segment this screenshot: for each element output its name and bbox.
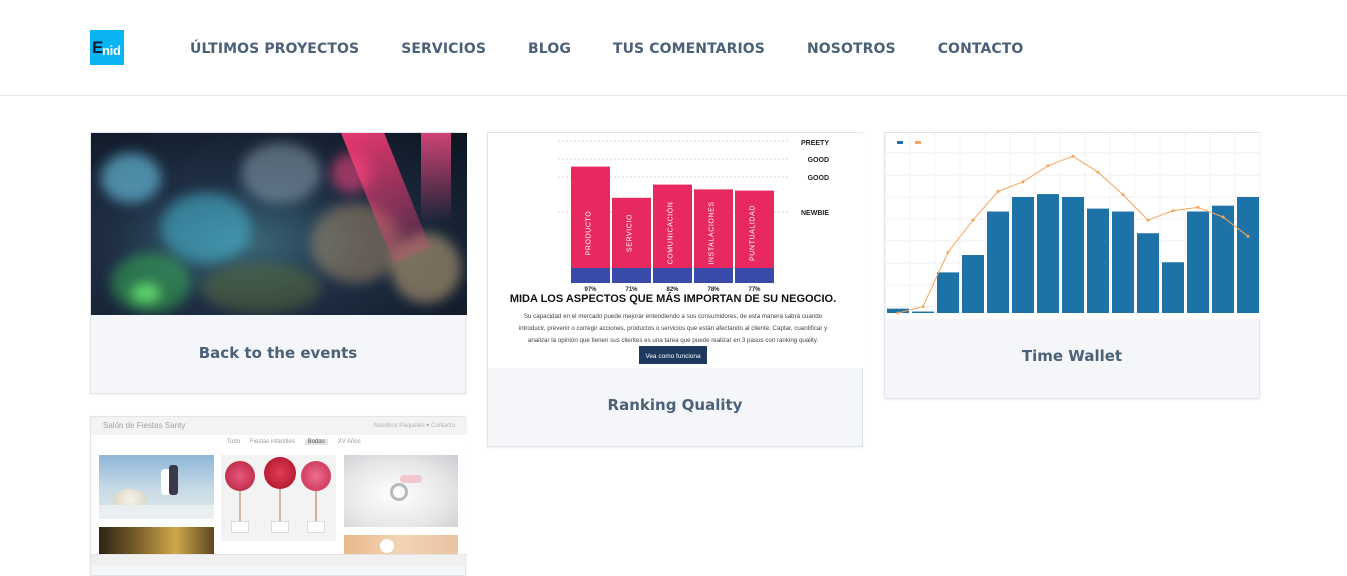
preview-footer — [91, 554, 467, 566]
wallet-bar — [937, 272, 959, 313]
wallet-line-point — [1046, 164, 1050, 168]
ranking-body: Su capacidad en el mercado puede mejorar… — [524, 313, 823, 320]
ranking-body: introducir, prevenir o corregir acciones… — [519, 325, 828, 332]
wallet-line-point — [1021, 180, 1025, 184]
filter-item-active: Bodas — [304, 439, 328, 445]
project-card-ranking[interactable]: PREETY GOOD GOOD NEWBIE PRODUCTO 97% SERVI… — [487, 132, 864, 447]
wallet-line-point — [1246, 234, 1250, 238]
wallet-bar — [1137, 233, 1159, 313]
wallet-bar — [1112, 211, 1134, 313]
wallet-bar — [1187, 211, 1209, 313]
ranking-bar-label: COMUNICACIÓN — [666, 202, 675, 265]
preview-filters: Todo Fiestas infantiles Bodas XV Años — [227, 439, 361, 445]
wallet-line-point — [1196, 205, 1200, 209]
main-nav: ÚLTIMOS PROYECTOS SERVICIOS BLOG TUS COM… — [190, 41, 1023, 57]
wallet-bar — [1212, 205, 1234, 313]
project-card-time-wallet[interactable]: Time Wallet — [884, 132, 1261, 399]
nav-ultimos-proyectos[interactable]: ÚLTIMOS PROYECTOS — [190, 41, 359, 57]
level-label: PREETY — [801, 140, 829, 147]
card-title[interactable]: Back to the events — [91, 344, 465, 362]
wallet-line-point — [1221, 215, 1225, 219]
ranking-bar-base — [612, 268, 651, 283]
ranking-quality-preview: PREETY GOOD GOOD NEWBIE PRODUCTO 97% SERVI… — [488, 133, 864, 368]
wallet-line-point — [996, 189, 1000, 193]
filter-item: XV Años — [337, 439, 361, 445]
time-wallet-preview — [885, 133, 1261, 319]
nav-contacto[interactable]: CONTACTO — [938, 41, 1024, 57]
reception-photo — [99, 527, 214, 557]
site-header: E nid ÚLTIMOS PROYECTOS SERVICIOS BLOG T… — [0, 0, 1347, 96]
card-title[interactable]: Ranking Quality — [488, 396, 862, 414]
wallet-bar — [987, 211, 1009, 313]
wallet-line-point — [1121, 193, 1125, 197]
nav-tus-comentarios[interactable]: TUS COMENTARIOS — [613, 41, 765, 57]
filter-item: Todo — [227, 439, 241, 445]
wallet-bar — [1087, 208, 1109, 313]
wallet-line-point — [896, 311, 900, 315]
card-title[interactable]: Time Wallet — [885, 347, 1259, 365]
project-card-events[interactable]: Back to the events — [90, 132, 467, 394]
time-wallet-chart — [885, 133, 1261, 315]
filter-item: Fiestas infantiles — [250, 439, 295, 445]
wallet-line-point — [921, 305, 925, 309]
nav-blog[interactable]: BLOG — [528, 41, 571, 57]
ranking-headline: MIDA LOS ASPECTOS QUE MÁS IMPORTAN DE SU… — [510, 292, 836, 305]
level-label: GOOD — [808, 175, 829, 182]
wallet-bar — [912, 311, 934, 313]
level-label: GOOD — [808, 157, 829, 164]
logo[interactable]: E nid — [90, 30, 124, 65]
wedding-rings-photo — [344, 455, 458, 527]
wallet-bar — [1237, 197, 1259, 313]
wallet-line-point — [1171, 209, 1175, 213]
flower-topiary-photo — [221, 455, 336, 541]
wallet-bar — [1062, 197, 1084, 313]
wallet-bar — [962, 255, 984, 313]
party-photo — [91, 133, 467, 315]
wallet-line-point — [1146, 218, 1150, 222]
cta-label: Vea como funciona — [645, 353, 701, 360]
wedding-couple-photo — [99, 455, 214, 519]
wallet-line-point — [1096, 170, 1100, 174]
wallet-line-point — [971, 218, 975, 222]
ranking-bar-graphic: PREETY GOOD GOOD NEWBIE PRODUCTO97%SERVI… — [510, 140, 836, 364]
ranking-body: analizar la opinión que tienen sus clien… — [528, 337, 818, 344]
ranking-bar-base — [694, 268, 733, 283]
ranking-bar-label: SERVICIO — [627, 214, 634, 252]
wallet-line-point — [946, 250, 950, 254]
wallet-bar — [1012, 197, 1034, 313]
preview-navbar: Salón de Fiestas Santy Nosotros Paquetes… — [91, 417, 467, 435]
wallet-bar — [1037, 194, 1059, 313]
ranking-bar-base — [571, 268, 610, 283]
ranking-bar-label: PRODUCTO — [586, 211, 593, 256]
nav-servicios[interactable]: SERVICIOS — [401, 41, 486, 57]
wallet-bar — [1162, 262, 1184, 313]
ranking-bar-label: PUNTUALIDAD — [750, 205, 757, 261]
nav-nosotros[interactable]: NOSOTROS — [807, 41, 896, 57]
wallet-line-point — [1071, 154, 1075, 158]
preview-site-title: Salón de Fiestas Santy — [103, 421, 186, 430]
project-card-salon[interactable]: Salón de Fiestas Santy Nosotros Paquetes… — [90, 416, 467, 576]
preview-links: Nosotros Paquetes ▾ Contacto — [373, 423, 455, 429]
level-label: NEWBIE — [801, 210, 829, 217]
ranking-bar-base — [735, 268, 774, 283]
salon-website-preview: Salón de Fiestas Santy Nosotros Paquetes… — [91, 417, 467, 566]
ranking-bar-base — [653, 268, 692, 283]
ranking-bar-label: INSTALACIONES — [709, 201, 716, 264]
logo-text: nid — [102, 43, 121, 58]
